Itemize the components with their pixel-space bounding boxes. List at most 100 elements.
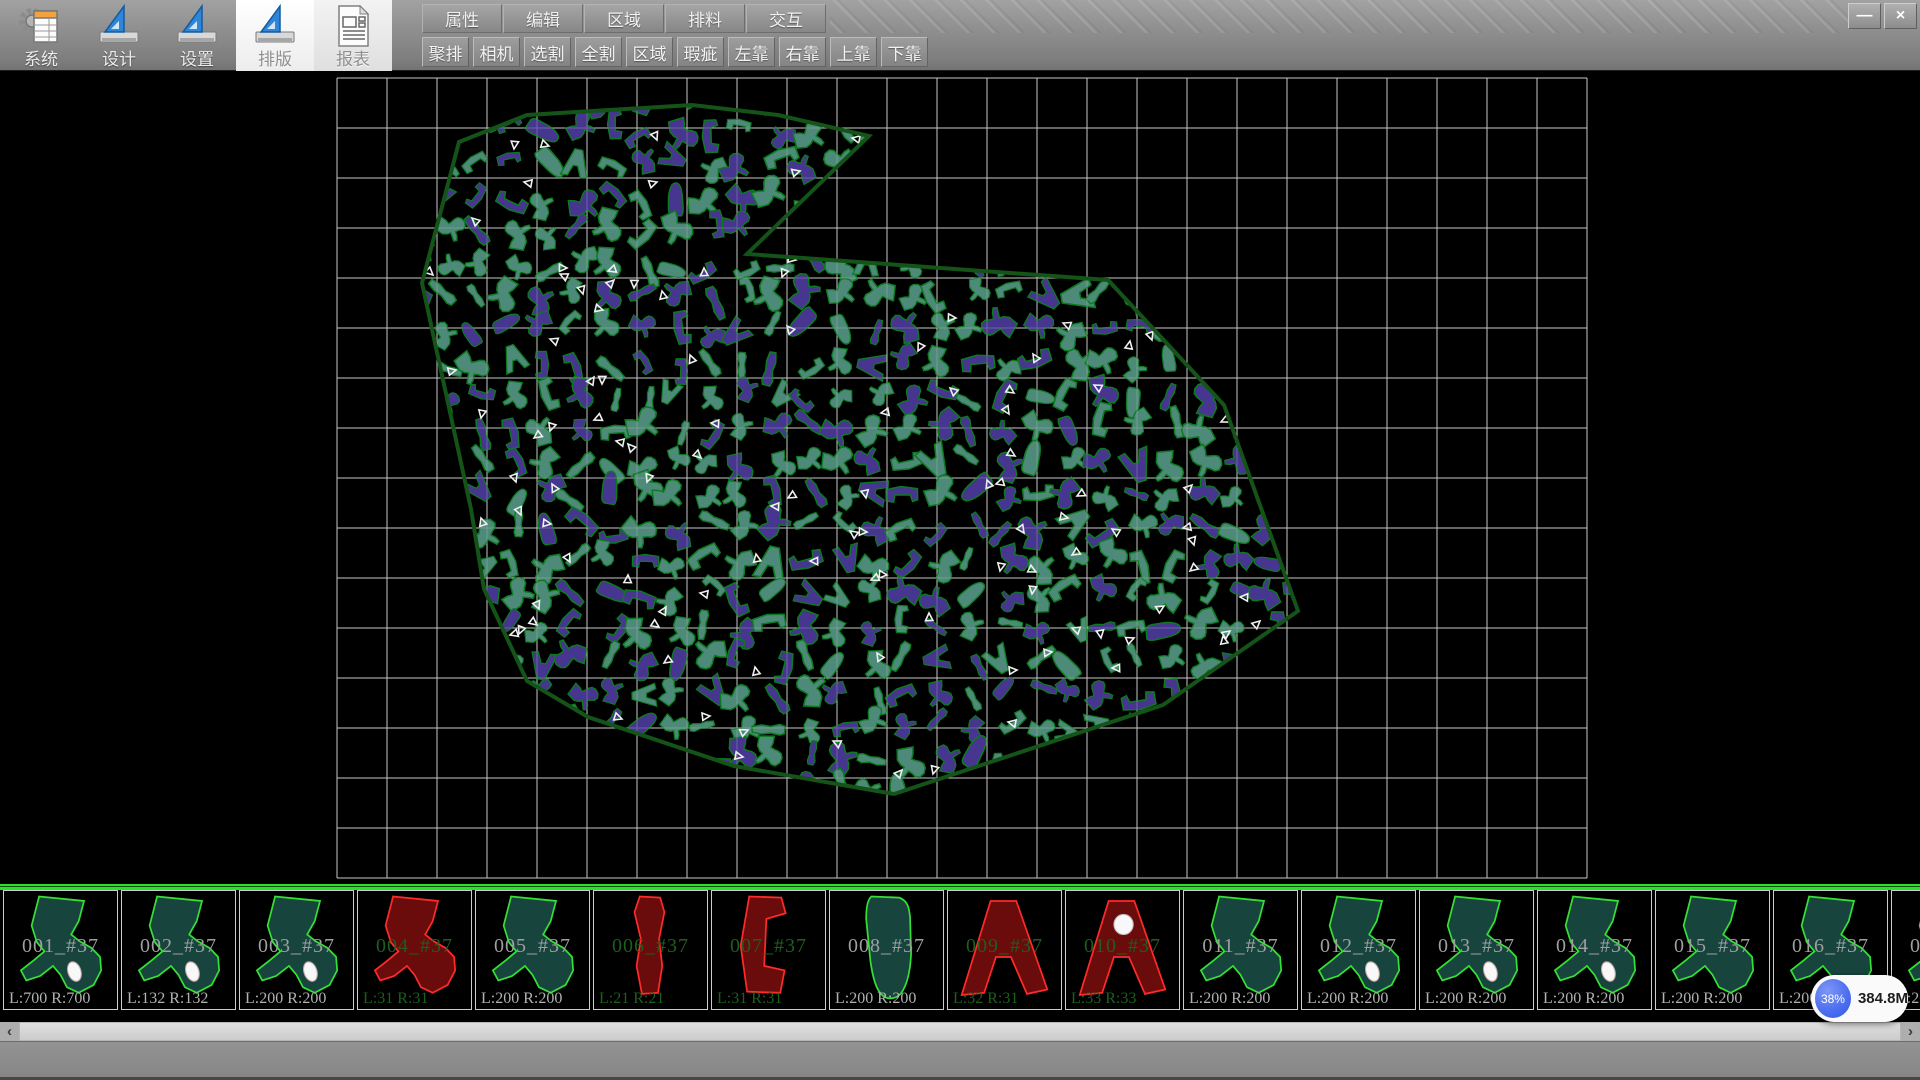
scroll-left-icon: ‹: [7, 1023, 12, 1040]
piece-name: 001_#37: [4, 935, 117, 958]
piece-counts: L:132 R:132: [127, 990, 208, 1008]
menu-tab-bar: 属性编辑区域排料交互: [422, 4, 827, 33]
scroll-right-icon: ›: [1908, 1023, 1913, 1040]
piece-thumbnail-008_#37[interactable]: 008_#37 L:200 R:200: [829, 890, 944, 1010]
app-window: 系统 设计 设置 排版 报表 属性编辑区域排料交互 聚排相机选割全割区域瑕疵左靠…: [0, 0, 1920, 1080]
piece-name: 004_#37: [358, 935, 471, 958]
tool-button-snap-up[interactable]: 上靠: [830, 37, 877, 67]
piece-thumbnail-012_#37[interactable]: 012_#37 L:200 R:200: [1301, 890, 1416, 1010]
piece-thumbnail-002_#37[interactable]: 002_#37 L:132 R:132: [121, 890, 236, 1010]
piece-name: 013_#37: [1420, 935, 1533, 958]
piece-counts: L:200 R:200: [1661, 990, 1742, 1008]
toolbar: 系统 设计 设置 排版 报表 属性编辑区域排料交互 聚排相机选割全割区域瑕疵左靠…: [0, 0, 1920, 71]
progress-circle: 38%: [1815, 979, 1851, 1018]
piece-name: 002_#37: [122, 935, 235, 958]
piece-name: 017_#37: [1892, 935, 1920, 958]
module-label-nesting: 排版: [258, 49, 292, 70]
nesting-canvas-svg: [0, 71, 1920, 884]
piece-thumbnail-006_#37[interactable]: 006_#37 L:21 R:21: [593, 890, 708, 1010]
triangle-ruler-icon: [97, 3, 141, 49]
piece-name: 011_#37: [1184, 935, 1297, 958]
scroll-left-button[interactable]: ‹: [0, 1022, 19, 1041]
piece-name: 003_#37: [240, 935, 353, 958]
piece-counts: L:21 R:21: [599, 990, 664, 1008]
piece-counts: L:200 R:200: [245, 990, 326, 1008]
status-bar: [0, 1041, 1920, 1080]
menu-tab-nest[interactable]: 排料: [665, 4, 745, 33]
menu-tab-edit[interactable]: 编辑: [503, 4, 583, 33]
menu-tab-interact[interactable]: 交互: [746, 4, 826, 33]
titlebar-hatch-texture: [830, 0, 1848, 33]
report-doc-icon: [331, 3, 375, 49]
piece-counts: L:200 R:200: [835, 990, 916, 1008]
piece-thumbnail-list: 001_#37 L:700 R:700 002_#37 L:132 R:132 …: [3, 890, 1920, 1012]
close-button[interactable]: ×: [1884, 3, 1917, 29]
piece-thumbnail-010_#37[interactable]: 010_#37 L:33 R:33: [1065, 890, 1180, 1010]
module-label-design: 设计: [102, 49, 136, 70]
module-button-report[interactable]: 报表: [314, 0, 392, 71]
tool-button-region[interactable]: 区域: [626, 37, 673, 67]
piece-counts: L:200 R:200: [1307, 990, 1388, 1008]
tool-button-cut-all[interactable]: 全割: [575, 37, 622, 67]
tool-button-snap-right[interactable]: 右靠: [779, 37, 826, 67]
module-button-design[interactable]: 设计: [80, 0, 158, 71]
piece-name: 005_#37: [476, 935, 589, 958]
nesting-canvas[interactable]: [0, 71, 1920, 884]
piece-counts: L:31 R:31: [717, 990, 782, 1008]
menu-tab-property[interactable]: 属性: [422, 4, 502, 33]
piece-counts: L:200 R:200: [1425, 990, 1506, 1008]
horizontal-scrollbar: ‹ ›: [0, 1022, 1920, 1041]
piece-thumbnail-011_#37[interactable]: 011_#37 L:200 R:200: [1183, 890, 1298, 1010]
module-label-report: 报表: [336, 49, 370, 70]
piece-thumbnail-009_#37[interactable]: 009_#37 L:32 R:31: [947, 890, 1062, 1010]
piece-counts: L:200 R:200: [1543, 990, 1624, 1008]
tool-button-cluster-nest[interactable]: 聚排: [422, 37, 469, 67]
window-controls: — ×: [1848, 3, 1917, 29]
module-label-system: 系统: [24, 49, 58, 70]
piece-name: 016_#37: [1774, 935, 1887, 958]
piece-thumbnail-004_#37[interactable]: 004_#37 L:31 R:31: [357, 890, 472, 1010]
piece-thumbnail-014_#37[interactable]: 014_#37 L:200 R:200: [1537, 890, 1652, 1010]
piece-name: 014_#37: [1538, 935, 1651, 958]
module-label-setup: 设置: [180, 49, 214, 70]
piece-counts: L:31 R:31: [363, 990, 428, 1008]
piece-name: 006_#37: [594, 935, 707, 958]
progress-value: 384.8M: [1858, 990, 1908, 1007]
tool-button-camera[interactable]: 相机: [473, 37, 520, 67]
tool-button-snap-left[interactable]: 左靠: [728, 37, 775, 67]
piece-thumbnail-003_#37[interactable]: 003_#37 L:200 R:200: [239, 890, 354, 1010]
piece-name: 010_#37: [1066, 935, 1179, 958]
piece-name: 008_#37: [830, 935, 943, 958]
minimize-icon: —: [1857, 7, 1873, 24]
progress-percent: 38%: [1821, 992, 1845, 1006]
module-button-bar: 系统 设计 设置 排版 报表: [2, 0, 392, 71]
triangle-ruler-icon: [253, 3, 297, 49]
piece-counts: L:700 R:700: [9, 990, 90, 1008]
tool-button-snap-down[interactable]: 下靠: [881, 37, 928, 67]
scroll-right-button[interactable]: ›: [1901, 1022, 1920, 1041]
scrollbar-thumb[interactable]: [20, 1023, 1900, 1040]
triangle-ruler-icon: [175, 3, 219, 49]
menu-tab-region[interactable]: 区域: [584, 4, 664, 33]
progress-pill[interactable]: 38% 384.8M: [1811, 975, 1908, 1022]
tool-button-bar: 聚排相机选割全割区域瑕疵左靠右靠上靠下靠: [422, 37, 928, 67]
minimize-button[interactable]: —: [1848, 3, 1881, 29]
tool-button-defect[interactable]: 瑕疵: [677, 37, 724, 67]
piece-name: 012_#37: [1302, 935, 1415, 958]
tool-button-select-cut[interactable]: 选割: [524, 37, 571, 67]
piece-name: 009_#37: [948, 935, 1061, 958]
piece-counts: L:200 R:200: [1189, 990, 1270, 1008]
piece-thumbnail-007_#37[interactable]: 007_#37 L:31 R:31: [711, 890, 826, 1010]
piece-thumbnail-015_#37[interactable]: 015_#37 L:200 R:200: [1655, 890, 1770, 1010]
module-button-nesting[interactable]: 排版: [236, 0, 314, 71]
module-button-setup[interactable]: 设置: [158, 0, 236, 71]
piece-counts: L:33 R:33: [1071, 990, 1136, 1008]
module-button-system[interactable]: 系统: [2, 0, 80, 71]
piece-thumbnail-005_#37[interactable]: 005_#37 L:200 R:200: [475, 890, 590, 1010]
piece-thumbnail-013_#37[interactable]: 013_#37 L:200 R:200: [1419, 890, 1534, 1010]
piece-name: 007_#37: [712, 935, 825, 958]
piece-name: 015_#37: [1656, 935, 1769, 958]
piece-counts: L:200 R:200: [481, 990, 562, 1008]
piece-thumbnail-001_#37[interactable]: 001_#37 L:700 R:700: [3, 890, 118, 1010]
gear-document-icon: [19, 3, 63, 49]
